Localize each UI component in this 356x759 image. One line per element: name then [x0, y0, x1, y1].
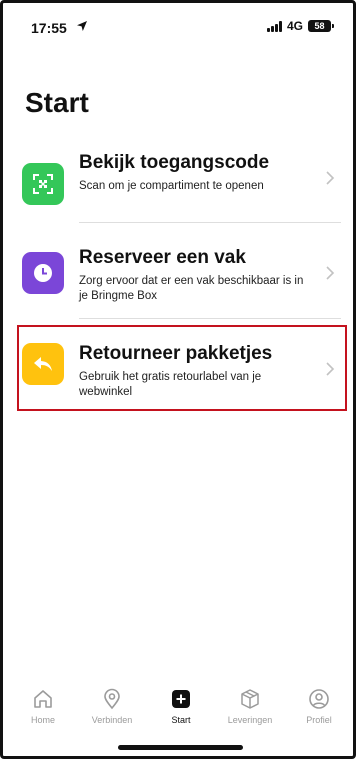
- divider: [79, 318, 341, 319]
- tab-label: Verbinden: [91, 715, 133, 725]
- tab-label: Start: [171, 715, 191, 725]
- status-time: 17:55: [31, 20, 67, 36]
- network-type: 4G: [286, 19, 303, 33]
- return-packages-item[interactable]: Retourneer pakketjes Gebruik het gratis …: [18, 339, 344, 423]
- battery-icon: 58: [308, 20, 334, 32]
- item-title: Retourneer pakketjes: [79, 343, 273, 364]
- tab-connect[interactable]: Verbinden: [80, 688, 144, 725]
- clock-icon: [22, 252, 64, 294]
- item-title: Bekijk toegangscode: [79, 152, 270, 173]
- item-subtitle: Gebruik het gratis retourlabel van je we…: [79, 371, 262, 398]
- tab-profile[interactable]: Profiel: [287, 688, 351, 725]
- location-arrow-icon: [77, 21, 87, 31]
- box-icon: [241, 689, 259, 709]
- chevron-right-icon: [326, 171, 335, 185]
- divider: [79, 222, 341, 223]
- item-subtitle: Scan om je compartiment te openen: [79, 180, 264, 192]
- item-title: Reserveer een vak: [79, 247, 246, 268]
- tab-label: Leveringen: [227, 715, 273, 725]
- item-subtitle: Zorg ervoor dat er een vak beschikbaar i…: [79, 275, 304, 302]
- plus-square-icon: [172, 690, 190, 708]
- tab-bar: Home Verbinden Start Leveringen Profiel: [3, 688, 353, 733]
- signal-icon: [266, 20, 282, 32]
- tab-start[interactable]: Start: [149, 688, 213, 725]
- qr-code-icon: [22, 163, 64, 205]
- reply-arrow-icon: [22, 343, 64, 385]
- tab-label: Profiel: [306, 715, 332, 725]
- profile-icon: [309, 689, 329, 709]
- tab-home[interactable]: Home: [11, 688, 75, 725]
- page-title: Start: [25, 87, 89, 118]
- phone-frame: 17:55 4G 58 Start Bekijk toegangscode Sc…: [0, 0, 356, 759]
- location-pin-icon: [104, 688, 120, 710]
- access-code-item[interactable]: Bekijk toegangscode Scan om je compartim…: [18, 148, 344, 232]
- home-indicator: [118, 745, 243, 750]
- home-icon: [34, 690, 52, 708]
- chevron-right-icon: [326, 266, 335, 280]
- tab-label: Home: [30, 715, 55, 725]
- status-bar: 17:55 4G 58: [3, 3, 353, 53]
- reserve-box-item[interactable]: Reserveer een vak Zorg ervoor dat er een…: [18, 243, 344, 327]
- tab-deliveries[interactable]: Leveringen: [218, 688, 282, 725]
- chevron-right-icon: [326, 362, 335, 376]
